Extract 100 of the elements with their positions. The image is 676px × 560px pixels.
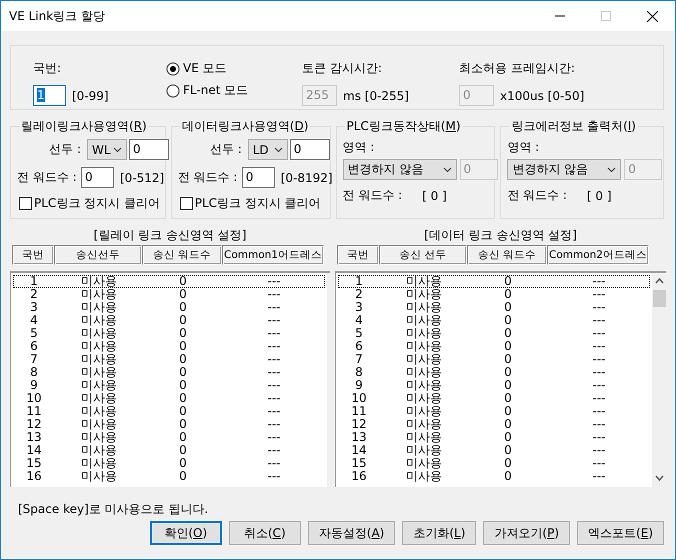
list-row[interactable]: 5 미사용 0 --- — [13, 327, 325, 340]
dialog-button[interactable]: 가져오기(P) — [483, 521, 570, 545]
list-row[interactable]: 13 미사용 0 --- — [13, 431, 325, 444]
range-label: [0-99] — [72, 88, 109, 102]
list-row[interactable]: 7 미사용 0 --- — [13, 353, 325, 366]
group-title: 데이터링크사용영역(D) — [180, 118, 310, 135]
column-header[interactable]: 국번 — [337, 245, 379, 265]
table-cell-text: 미사용 — [80, 288, 118, 301]
list-row[interactable]: 6 미사용 0 --- — [13, 340, 325, 353]
device-dropdown[interactable]: LD — [248, 139, 288, 160]
list-row[interactable]: 14 미사용 0 --- — [338, 444, 650, 457]
column-header[interactable]: Common1어드레스 — [222, 245, 324, 265]
table-cell-text: 0 — [503, 366, 513, 379]
list-row[interactable]: 1 미사용 0 --- — [13, 275, 325, 288]
list-row[interactable]: 15 미사용 0 --- — [338, 457, 650, 470]
dialog-button[interactable]: 취소(C) — [228, 521, 301, 545]
column-header[interactable]: 송신 워드수 — [142, 245, 222, 265]
table-cell-text: --- — [592, 379, 606, 392]
table-cell-text: 미사용 — [405, 379, 443, 392]
table-cell-text: 11 — [25, 405, 43, 418]
list-row[interactable]: 7 미사용 0 --- — [338, 353, 650, 366]
words-label: 전 워드수 : — [342, 187, 402, 204]
list-row[interactable]: 10 미사용 0 --- — [338, 392, 650, 405]
dialog-button[interactable]: 초기화(L) — [402, 521, 476, 545]
head-field[interactable]: 0 — [290, 139, 330, 160]
list-row[interactable]: 16 미사용 0 --- — [338, 470, 650, 483]
table-cell-text: --- — [592, 444, 606, 457]
scroll-thumb[interactable] — [652, 290, 666, 307]
words-field[interactable]: 0 — [81, 167, 114, 188]
column-header[interactable]: Common2어드레스 — [547, 245, 649, 265]
table-cell-text: 0 — [503, 288, 513, 301]
radio-icon[interactable] — [166, 84, 180, 98]
list-row[interactable]: 9 미사용 0 --- — [338, 379, 650, 392]
checkbox[interactable] — [180, 197, 193, 210]
list-row[interactable]: 2 미사용 0 --- — [13, 288, 325, 301]
table-cell-text: 미사용 — [405, 392, 443, 405]
device-dropdown[interactable]: WL — [87, 139, 127, 160]
area-dropdown[interactable]: 변경하지 않음 — [342, 159, 456, 180]
list-row[interactable]: 1 미사용 0 --- — [338, 275, 650, 288]
table-cell-text: 0 — [503, 418, 513, 431]
table-cell-text: 15 — [25, 457, 43, 470]
table-cell-text: 0 — [178, 314, 188, 327]
list-row[interactable]: 9 미사용 0 --- — [13, 379, 325, 392]
list-row[interactable]: 6 미사용 0 --- — [338, 340, 650, 353]
dropdown-caret-icon — [113, 146, 122, 152]
table-cell-text: 16 — [350, 470, 368, 483]
table-cell-text: 미사용 — [80, 444, 118, 457]
list-row[interactable]: 16 미사용 0 --- — [13, 470, 325, 483]
radio-icon[interactable] — [166, 62, 180, 76]
list-row[interactable]: 3 미사용 0 --- — [338, 301, 650, 314]
table-cell-text: 미사용 — [80, 353, 118, 366]
list-row[interactable]: 11 미사용 0 --- — [13, 405, 325, 418]
words-value: [ 0 ] — [422, 188, 447, 202]
table-cell-text: 미사용 — [405, 288, 443, 301]
table-cell-text: --- — [592, 301, 606, 314]
table-cell-text: 미사용 — [80, 366, 118, 379]
group-title: 링크에러정보 출력처(I) — [510, 118, 637, 135]
table-cell-text: 미사용 — [405, 314, 443, 327]
dialog-button[interactable]: 자동설정(A) — [308, 521, 396, 545]
list-row[interactable]: 8 미사용 0 --- — [338, 366, 650, 379]
column-header[interactable]: 송신 선두 — [379, 245, 467, 265]
list-row[interactable]: 5 미사용 0 --- — [338, 327, 650, 340]
mode-radio[interactable]: FL-net 모드 — [166, 82, 302, 99]
list-row[interactable]: 14 미사용 0 --- — [13, 444, 325, 457]
dropdown-caret-icon — [607, 166, 616, 172]
list-row[interactable]: 15 미사용 0 --- — [13, 457, 325, 470]
table-cell-text: 0 — [178, 366, 188, 379]
close-icon[interactable] — [646, 10, 658, 22]
area-dropdown[interactable]: 변경하지 않음 — [507, 159, 622, 180]
head-field[interactable]: 0 — [129, 139, 169, 160]
list-row[interactable]: 12 미사용 0 --- — [13, 418, 325, 431]
head-label: 선두 : — [208, 141, 242, 158]
table-cell-text: 0 — [178, 340, 188, 353]
station-field[interactable]: 1 — [33, 85, 66, 106]
table-cell-text: 0 — [503, 457, 513, 470]
list-row[interactable]: 4 미사용 0 --- — [338, 314, 650, 327]
time-label: 최소허용 프레임시간: — [459, 60, 576, 77]
table-cell-text: 3 — [354, 301, 364, 314]
table-cell-text: 16 — [25, 470, 43, 483]
column-header[interactable]: 송신 워드수 — [467, 245, 547, 265]
list-row[interactable]: 4 미사용 0 --- — [13, 314, 325, 327]
list-row[interactable]: 11 미사용 0 --- — [338, 405, 650, 418]
table-title: [데이터 링크 송신영역 설정] — [423, 228, 578, 242]
list-row[interactable]: 12 미사용 0 --- — [338, 418, 650, 431]
dialog-button[interactable]: 엑스포트(E) — [577, 521, 664, 545]
list-row[interactable]: 10 미사용 0 --- — [13, 392, 325, 405]
group-title: 릴레이링크사용영역(R) — [20, 118, 148, 135]
list-row[interactable]: 2 미사용 0 --- — [338, 288, 650, 301]
mode-radio[interactable]: VE 모드 — [166, 60, 302, 77]
list-row[interactable]: 8 미사용 0 --- — [13, 366, 325, 379]
list-row[interactable]: 13 미사용 0 --- — [338, 431, 650, 444]
table-cell-text: 미사용 — [405, 431, 443, 444]
dialog-button[interactable]: 확인(O) — [150, 521, 222, 545]
list-row[interactable]: 3 미사용 0 --- — [13, 301, 325, 314]
column-header[interactable]: 송신선두 — [54, 245, 142, 265]
table-cell-text: --- — [266, 340, 282, 353]
column-header[interactable]: 국번 — [12, 245, 54, 265]
words-field[interactable]: 0 — [242, 167, 275, 188]
table-cell-text: 1 — [354, 275, 364, 288]
checkbox[interactable] — [19, 197, 32, 210]
